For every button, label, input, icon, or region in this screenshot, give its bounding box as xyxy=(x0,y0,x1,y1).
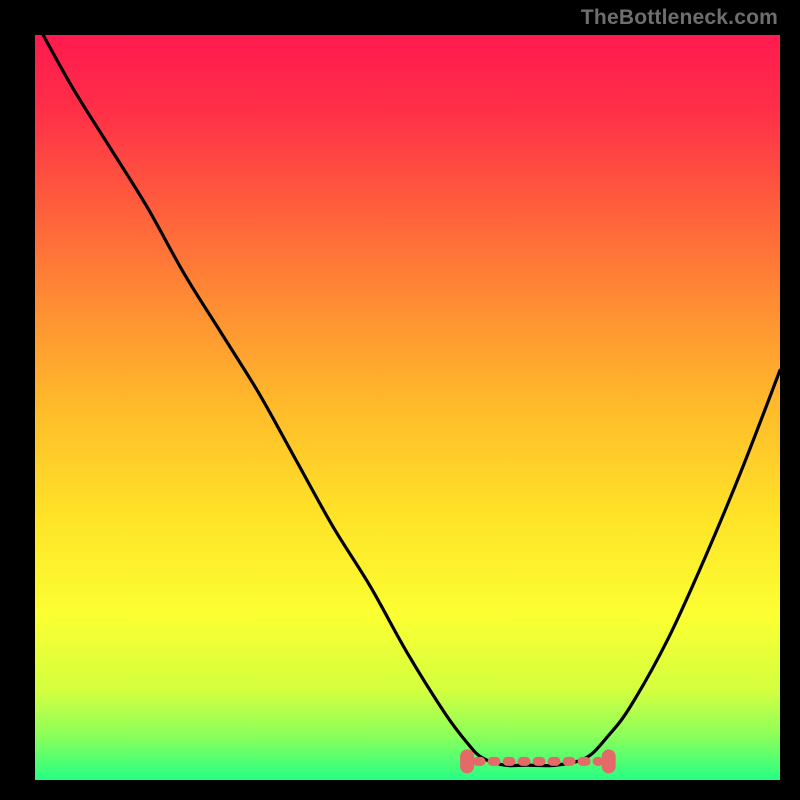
bottleneck-curve xyxy=(35,35,780,780)
chart-frame: TheBottleneck.com xyxy=(0,0,800,800)
plot-area xyxy=(35,35,780,780)
attribution-text: TheBottleneck.com xyxy=(581,6,778,30)
